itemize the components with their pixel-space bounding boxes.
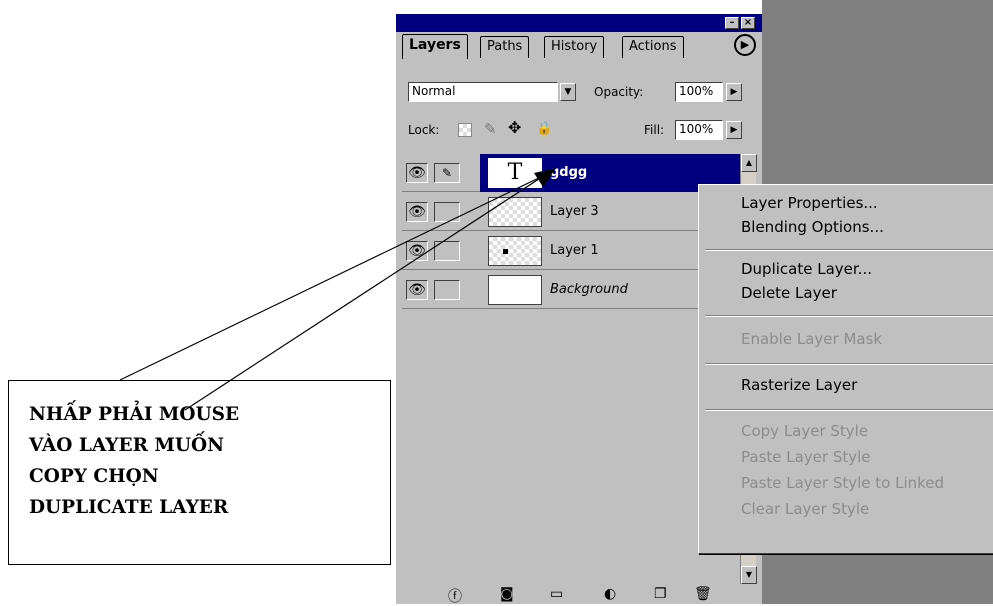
- fill-input[interactable]: 100%: [675, 120, 723, 140]
- minimize-icon[interactable]: –: [725, 17, 739, 29]
- menu-item-blending-options[interactable]: Blending Options...: [741, 217, 884, 237]
- mask-icon[interactable]: ◙: [500, 586, 514, 602]
- menu-item-layer-properties[interactable]: Layer Properties...: [741, 193, 878, 213]
- layer-name: Background: [550, 282, 628, 297]
- adjustment-layer-icon[interactable]: ◐: [604, 586, 616, 602]
- text-layer-thumbnail: T: [488, 158, 542, 188]
- fill-label: Fill:: [644, 123, 665, 137]
- eye-icon[interactable]: 👁: [406, 163, 428, 183]
- instruction-callout: NHẤP PHẢI MOUSE VÀO LAYER MUỐN COPY CHỌN…: [8, 380, 391, 565]
- trash-icon[interactable]: 🗑: [694, 586, 712, 602]
- eye-icon[interactable]: 👁: [406, 280, 428, 300]
- layer-thumbnail: [488, 197, 542, 227]
- callout-line: DUPLICATE LAYER: [29, 497, 229, 518]
- panel-bottom-toolbar: ⓕ ◙ ▭ ◐ ❐ 🗑: [396, 584, 762, 606]
- tab-paths[interactable]: Paths: [480, 36, 530, 58]
- menu-separator: [705, 249, 993, 251]
- lock-all-icon[interactable]: 🔒: [536, 120, 552, 138]
- menu-item-enable-layer-mask: Enable Layer Mask: [741, 330, 883, 348]
- layer-name: gdgg: [550, 165, 588, 180]
- opacity-label: Opacity:: [594, 85, 644, 99]
- blend-mode-dropdown-icon[interactable]: ▼: [560, 83, 576, 101]
- link-slot[interactable]: [434, 241, 460, 261]
- layer-thumbnail: [488, 275, 542, 305]
- fill-slider-arrow-icon[interactable]: ▶: [726, 121, 742, 139]
- menu-item-paste-layer-style: Paste Layer Style: [741, 448, 871, 466]
- callout-line: COPY CHỌN: [29, 466, 159, 487]
- scroll-up-icon[interactable]: ▲: [741, 154, 757, 172]
- lock-move-icon[interactable]: ✥: [508, 119, 521, 137]
- callout-text: NHẤP PHẢI MOUSE VÀO LAYER MUỐN COPY CHỌN…: [29, 399, 369, 523]
- tab-history[interactable]: History: [544, 36, 605, 58]
- menu-separator: [705, 409, 993, 411]
- blend-mode-value: Normal: [412, 84, 456, 98]
- pixel-dot: [503, 249, 508, 254]
- menu-separator: [705, 315, 993, 317]
- panel-tabs: Layers Paths History Actions ▶: [396, 32, 762, 59]
- folder-icon[interactable]: ▭: [550, 586, 563, 602]
- menu-item-delete-layer[interactable]: Delete Layer: [741, 283, 837, 303]
- menu-item-paste-layer-style-to-linked: Paste Layer Style to Linked: [741, 474, 945, 492]
- lock-transparency-icon[interactable]: [458, 123, 472, 137]
- eye-icon[interactable]: 👁: [406, 241, 428, 261]
- opacity-input[interactable]: 100%: [675, 82, 723, 102]
- menu-item-clear-layer-style: Clear Layer Style: [741, 500, 870, 518]
- link-slot[interactable]: [434, 280, 460, 300]
- layer-context-menu: Layer Properties... Blending Options... …: [698, 184, 993, 554]
- layer-style-icon[interactable]: ⓕ: [448, 586, 462, 606]
- menu-separator: [705, 363, 993, 365]
- brush-icon[interactable]: ✎: [434, 163, 460, 183]
- scroll-down-icon[interactable]: ▼: [741, 566, 757, 584]
- layer-name: Layer 1: [550, 243, 599, 258]
- close-icon[interactable]: ×: [741, 17, 755, 29]
- panel-title-bar[interactable]: – ×: [396, 14, 762, 32]
- menu-item-copy-layer-style: Copy Layer Style: [741, 422, 869, 440]
- callout-line: NHẤP PHẢI MOUSE: [29, 404, 240, 425]
- tab-actions[interactable]: Actions: [622, 36, 684, 58]
- lock-label: Lock:: [408, 123, 440, 137]
- layer-name: Layer 3: [550, 204, 599, 219]
- link-slot[interactable]: [434, 202, 460, 222]
- opacity-slider-arrow-icon[interactable]: ▶: [726, 83, 742, 101]
- menu-item-rasterize-layer[interactable]: Rasterize Layer: [741, 375, 857, 395]
- panel-menu-arrow-icon[interactable]: ▶: [734, 34, 756, 56]
- eye-icon[interactable]: 👁: [406, 202, 428, 222]
- new-layer-icon[interactable]: ❐: [654, 586, 667, 602]
- layer-thumbnail: [488, 236, 542, 266]
- menu-item-duplicate-layer[interactable]: Duplicate Layer...: [741, 259, 872, 279]
- blend-mode-select[interactable]: Normal: [408, 82, 558, 102]
- tab-layers[interactable]: Layers: [402, 34, 468, 59]
- callout-line: VÀO LAYER MUỐN: [29, 435, 225, 456]
- lock-paint-icon[interactable]: ✎: [484, 120, 497, 138]
